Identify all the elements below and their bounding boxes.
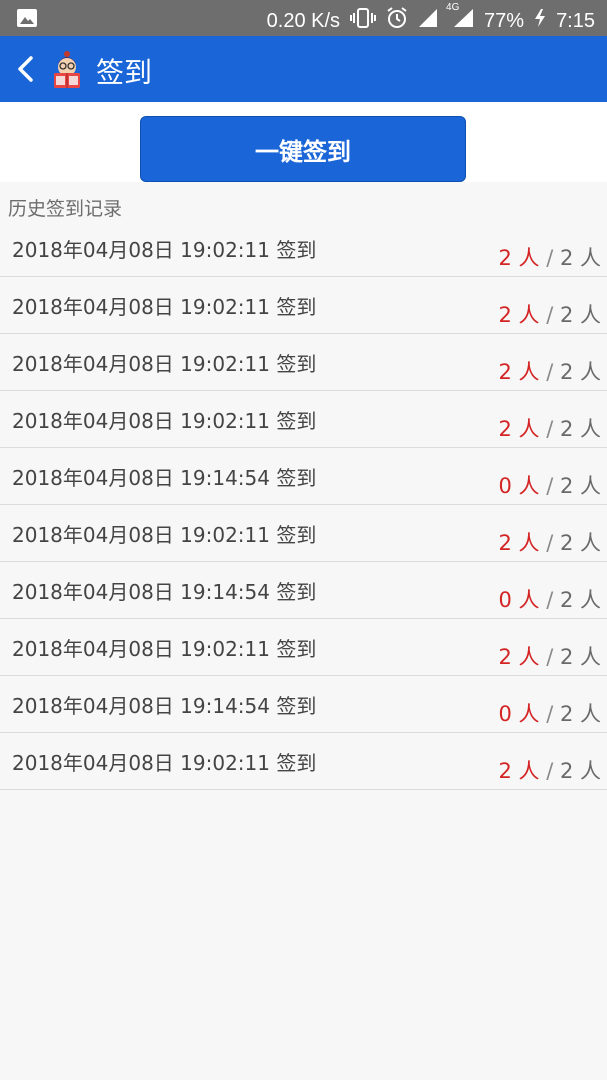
attendance-count: 0 人 / 2 人 bbox=[498, 584, 601, 614]
attendance-count: 2 人 / 2 人 bbox=[498, 527, 601, 557]
history-label: 历史签到记录 bbox=[8, 198, 123, 220]
attendance-count: 2 人 / 2 人 bbox=[498, 356, 601, 386]
attendance-count: 0 人 / 2 人 bbox=[498, 470, 601, 500]
record-time: 2018年04月08日 19:02:11 bbox=[12, 637, 270, 661]
record-action: 签到 bbox=[276, 580, 317, 604]
total-count: 2 人 bbox=[559, 474, 601, 498]
status-bar: 0.20 K/s 4G 77% 7:15 bbox=[0, 0, 607, 36]
attendance-count: 2 人 / 2 人 bbox=[498, 413, 601, 443]
total-count: 2 人 bbox=[559, 588, 601, 612]
one-click-sign-in-button[interactable]: 一键签到 bbox=[140, 116, 466, 182]
clock-time: 7:15 bbox=[556, 9, 595, 32]
total-count: 2 人 bbox=[559, 417, 601, 441]
attendance-count: 2 人 / 2 人 bbox=[498, 641, 601, 671]
charging-icon bbox=[534, 8, 546, 34]
attendance-count: 2 人 / 2 人 bbox=[498, 755, 601, 785]
record-datetime: 2018年04月08日 19:02:11 签到 bbox=[12, 519, 316, 548]
signal-icon bbox=[418, 8, 438, 34]
count-separator: / bbox=[539, 645, 560, 669]
alarm-icon bbox=[386, 7, 408, 35]
count-separator: / bbox=[539, 246, 560, 270]
list-item[interactable]: 2018年04月08日 19:14:54 签到 0 人 / 2 人 bbox=[0, 562, 607, 619]
present-count: 2 人 bbox=[498, 303, 540, 327]
record-time: 2018年04月08日 19:02:11 bbox=[12, 523, 270, 547]
record-datetime: 2018年04月08日 19:02:11 签到 bbox=[12, 291, 316, 320]
present-count: 0 人 bbox=[498, 588, 540, 612]
history-list: 2018年04月08日 19:02:11 签到 2 人 / 2 人 2018年04月… bbox=[0, 220, 607, 790]
present-count: 2 人 bbox=[498, 645, 540, 669]
app-logo-icon bbox=[50, 49, 84, 89]
list-item[interactable]: 2018年04月08日 19:02:11 签到 2 人 / 2 人 bbox=[0, 220, 607, 277]
present-count: 2 人 bbox=[498, 417, 540, 441]
present-count: 2 人 bbox=[498, 360, 540, 384]
list-item[interactable]: 2018年04月08日 19:14:54 签到 0 人 / 2 人 bbox=[0, 676, 607, 733]
total-count: 2 人 bbox=[559, 531, 601, 555]
sign-in-area: 一键签到 bbox=[0, 102, 607, 182]
battery-level: 77% bbox=[484, 9, 525, 32]
record-time: 2018年04月08日 19:02:11 bbox=[12, 751, 270, 775]
image-icon bbox=[16, 8, 38, 34]
present-count: 0 人 bbox=[498, 474, 540, 498]
count-separator: / bbox=[539, 702, 560, 726]
record-action: 签到 bbox=[276, 637, 317, 661]
record-time: 2018年04月08日 19:14:54 bbox=[12, 466, 270, 490]
record-action: 签到 bbox=[276, 694, 317, 718]
record-time: 2018年04月08日 19:14:54 bbox=[12, 694, 270, 718]
record-time: 2018年04月08日 19:02:11 bbox=[12, 295, 270, 319]
app-bar: 签到 bbox=[0, 36, 607, 102]
total-count: 2 人 bbox=[559, 759, 601, 783]
record-datetime: 2018年04月08日 19:02:11 签到 bbox=[12, 747, 316, 776]
attendance-count: 0 人 / 2 人 bbox=[498, 698, 601, 728]
record-action: 签到 bbox=[276, 238, 317, 262]
list-item[interactable]: 2018年04月08日 19:02:11 签到 2 人 / 2 人 bbox=[0, 391, 607, 448]
present-count: 2 人 bbox=[498, 531, 540, 555]
list-item[interactable]: 2018年04月08日 19:02:11 签到 2 人 / 2 人 bbox=[0, 334, 607, 391]
record-datetime: 2018年04月08日 19:14:54 签到 bbox=[12, 690, 316, 719]
record-time: 2018年04月08日 19:02:11 bbox=[12, 238, 270, 262]
record-action: 签到 bbox=[276, 751, 317, 775]
present-count: 0 人 bbox=[498, 702, 540, 726]
list-item[interactable]: 2018年04月08日 19:02:11 签到 2 人 / 2 人 bbox=[0, 619, 607, 676]
page-title: 签到 bbox=[96, 56, 153, 89]
cellular-signal-icon: 4G bbox=[446, 2, 474, 34]
record-datetime: 2018年04月08日 19:02:11 签到 bbox=[12, 633, 316, 662]
count-separator: / bbox=[539, 303, 560, 327]
record-datetime: 2018年04月08日 19:02:11 签到 bbox=[12, 348, 316, 377]
record-action: 签到 bbox=[276, 409, 317, 433]
count-separator: / bbox=[539, 417, 560, 441]
total-count: 2 人 bbox=[559, 702, 601, 726]
vibrate-icon bbox=[350, 8, 377, 34]
record-action: 签到 bbox=[276, 352, 317, 376]
count-separator: / bbox=[539, 360, 560, 384]
record-action: 签到 bbox=[276, 466, 317, 490]
total-count: 2 人 bbox=[559, 360, 601, 384]
list-item[interactable]: 2018年04月08日 19:02:11 签到 2 人 / 2 人 bbox=[0, 505, 607, 562]
record-action: 签到 bbox=[276, 523, 317, 547]
list-item[interactable]: 2018年04月08日 19:14:54 签到 0 人 / 2 人 bbox=[0, 448, 607, 505]
record-time: 2018年04月08日 19:02:11 bbox=[12, 352, 270, 376]
count-separator: / bbox=[539, 531, 560, 555]
record-time: 2018年04月08日 19:14:54 bbox=[12, 580, 270, 604]
record-time: 2018年04月08日 19:02:11 bbox=[12, 409, 270, 433]
total-count: 2 人 bbox=[559, 246, 601, 270]
present-count: 2 人 bbox=[498, 246, 540, 270]
total-count: 2 人 bbox=[559, 303, 601, 327]
record-action: 签到 bbox=[276, 295, 317, 319]
list-item[interactable]: 2018年04月08日 19:02:11 签到 2 人 / 2 人 bbox=[0, 733, 607, 790]
back-arrow-icon[interactable] bbox=[8, 50, 42, 88]
count-separator: / bbox=[539, 588, 560, 612]
network-type: 4G bbox=[446, 2, 460, 13]
record-datetime: 2018年04月08日 19:14:54 签到 bbox=[12, 576, 316, 605]
total-count: 2 人 bbox=[559, 645, 601, 669]
count-separator: / bbox=[539, 474, 560, 498]
record-datetime: 2018年04月08日 19:02:11 签到 bbox=[12, 234, 316, 263]
attendance-count: 2 人 / 2 人 bbox=[498, 299, 601, 329]
record-datetime: 2018年04月08日 19:14:54 签到 bbox=[12, 462, 316, 491]
count-separator: / bbox=[539, 759, 560, 783]
list-item[interactable]: 2018年04月08日 19:02:11 签到 2 人 / 2 人 bbox=[0, 277, 607, 334]
record-datetime: 2018年04月08日 19:02:11 签到 bbox=[12, 405, 316, 434]
present-count: 2 人 bbox=[498, 759, 540, 783]
network-speed: 0.20 K/s bbox=[266, 9, 341, 32]
attendance-count: 2 人 / 2 人 bbox=[498, 242, 601, 272]
